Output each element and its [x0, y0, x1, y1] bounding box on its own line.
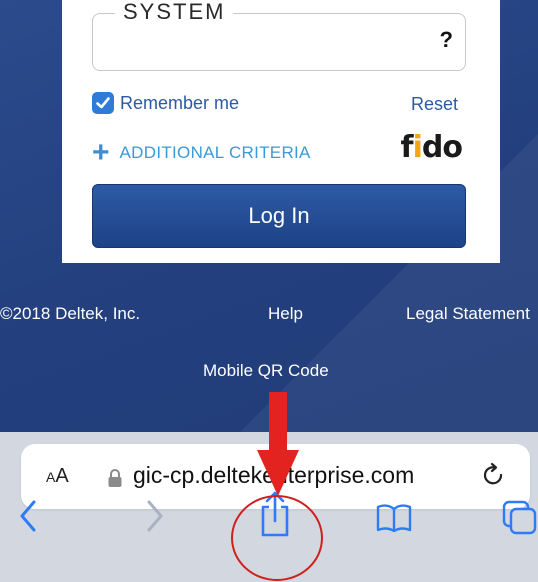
bookmarks-icon[interactable]: [376, 503, 412, 533]
checkmark-icon: [96, 97, 110, 109]
lock-icon: [108, 469, 122, 487]
forward-icon[interactable]: [145, 499, 165, 533]
mobile-qr-code-link[interactable]: Mobile QR Code: [203, 361, 329, 381]
annotation-circle: [231, 495, 323, 581]
fido-logo: fido: [400, 130, 463, 165]
reset-link[interactable]: Reset: [411, 94, 458, 115]
reader-aa-button[interactable]: AA: [46, 465, 69, 488]
system-help-icon[interactable]: ?: [440, 27, 453, 53]
remember-me[interactable]: Remember me: [92, 92, 239, 114]
login-button[interactable]: Log In: [92, 184, 466, 248]
copyright-text: ©2018 Deltek, Inc.: [0, 304, 141, 323]
legal-statement-link[interactable]: Legal Statement: [406, 304, 530, 324]
reload-icon[interactable]: [481, 462, 507, 490]
system-input[interactable]: SYSTEM ?: [92, 0, 466, 71]
login-card: SYSTEM ? Remember me Reset + ADDITIONAL …: [62, 0, 500, 263]
annotation-arrow-icon: [257, 392, 299, 496]
additional-criteria-label: ADDITIONAL CRITERIA: [119, 143, 311, 162]
remember-me-checkbox[interactable]: [92, 92, 114, 114]
back-icon[interactable]: [18, 499, 38, 533]
system-label: SYSTEM: [115, 0, 234, 25]
help-link[interactable]: Help: [268, 304, 303, 324]
remember-me-label: Remember me: [120, 92, 240, 113]
tabs-icon[interactable]: [502, 500, 538, 536]
plus-icon: +: [92, 136, 110, 169]
additional-criteria-toggle[interactable]: + ADDITIONAL CRITERIA: [92, 136, 311, 169]
